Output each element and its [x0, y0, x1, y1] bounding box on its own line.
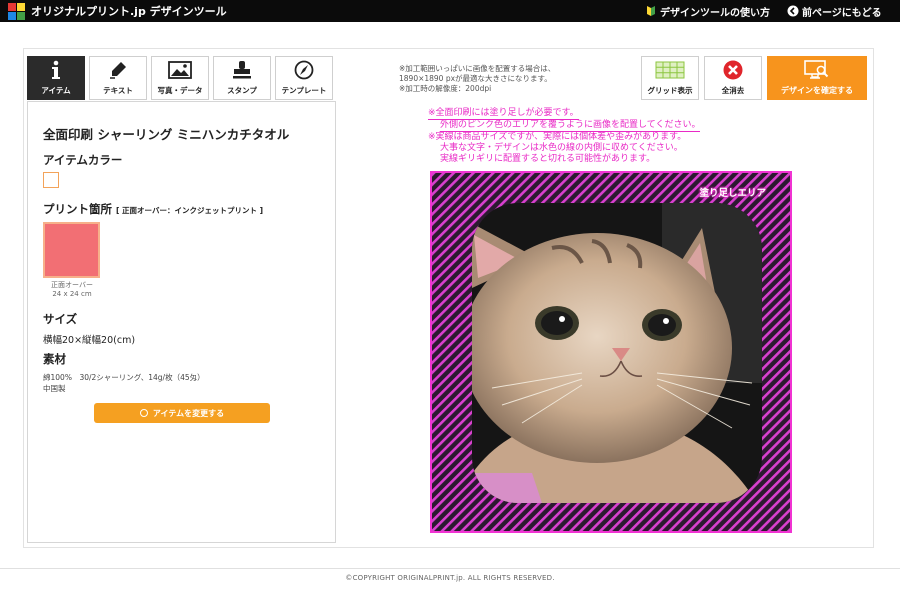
tab-photo-label: 写真・データ [157, 86, 203, 95]
size-value: 横幅20×縦幅20(cm) [43, 335, 136, 346]
warning-line-5: 実線ギリギリに配置すると切れる可能性があります。 [440, 154, 656, 164]
tab-stamp-label: スタンプ [227, 86, 257, 95]
logo-cube-icon [8, 3, 25, 20]
info-line-2: 1890×1890 pxが最適な大きさになります。 [399, 74, 552, 83]
tab-template[interactable]: テンプレート [275, 56, 333, 100]
confirm-design-label: デザインを確定する [781, 86, 853, 95]
print-location-heading: プリント箇所 [ 正面オーバー：インクジェットプリント ] [43, 201, 263, 217]
tab-text[interactable]: テキスト [89, 56, 147, 100]
print-location-label: プリント箇所 [43, 202, 112, 216]
back-arrow-icon [787, 5, 799, 17]
monitor-search-icon [804, 58, 830, 82]
footer-copyright: ©COPYRIGHT ORIGINALPRINT.jp. ALL RIGHTS … [345, 574, 555, 582]
pen-icon [108, 58, 128, 82]
beginner-mark-icon [647, 6, 655, 16]
print-location-thumbnail[interactable] [43, 222, 100, 278]
compass-icon [294, 58, 314, 82]
back-link[interactable]: 前ページにもどる [787, 0, 882, 22]
grid-toggle-label: グリッド表示 [647, 86, 693, 95]
warning-line-3: ※実線は商品サイズですが、実際には個体差や歪みがあります。 [428, 132, 687, 142]
tab-template-label: テンプレート [281, 86, 327, 95]
tab-item-label: アイテム [41, 86, 71, 95]
howto-label: デザインツールの使い方 [660, 7, 770, 19]
print-location-note: [ 正面オーバー：インクジェットプリント ] [116, 206, 264, 215]
tab-text-label: テキスト [103, 86, 133, 95]
clear-all-button[interactable]: 全消去 [704, 56, 762, 100]
tab-item[interactable]: アイテム [27, 56, 85, 100]
bleed-area-label: 塗り足しエリア [699, 188, 766, 199]
item-title: 全面印刷 シャーリング ミニハンカチタオル [43, 127, 290, 142]
tool-tabs: アイテム テキスト 写真・データ スタンプ テンプレート [27, 56, 336, 100]
warning-line-2: 外側のピンク色のエリアを覆うように画像を配置してください。 [440, 120, 701, 132]
bleed-warning-notes: ※全面印刷には塗り足しが必要です。 外側のピンク色のエリアを覆うように画像を配置… [428, 108, 701, 165]
uploaded-photo[interactable] [442, 203, 772, 531]
grid-icon [655, 58, 685, 82]
material-heading: 素材 [43, 352, 66, 366]
confirm-design-button[interactable]: デザインを確定する [767, 56, 867, 100]
grid-toggle-button[interactable]: グリッド表示 [641, 56, 699, 100]
info-line-1: ※加工範囲いっぱいに画像を配置する場合は、 [399, 64, 556, 73]
tab-photo[interactable]: 写真・データ [151, 56, 209, 100]
size-heading: サイズ [43, 312, 78, 326]
item-color-heading: アイテムカラー [43, 153, 123, 167]
logo-text: オリジナルプリント.jp デザインツール [31, 4, 227, 18]
howto-link[interactable]: デザインツールの使い方 [645, 0, 770, 22]
canvas-artwork [432, 173, 790, 531]
top-header: オリジナルプリント.jp デザインツール デザインツールの使い方 前ページにもど… [0, 0, 900, 22]
tab-stamp[interactable]: スタンプ [213, 56, 271, 100]
material-line-1: 綿100% 30/2シャーリング、14g/枚（45匁） [43, 373, 205, 382]
item-panel: 全面印刷 シャーリング ミニハンカチタオル アイテムカラー プリント箇所 [ 正面… [27, 101, 336, 543]
change-item-button[interactable]: アイテムを変更する [94, 403, 270, 423]
circle-icon [139, 409, 148, 417]
stamp-icon [231, 58, 253, 82]
change-item-label: アイテムを変更する [152, 408, 225, 418]
image-icon [168, 58, 192, 82]
warning-line-1: ※全面印刷には塗り足しが必要です。 [428, 108, 579, 120]
close-icon [723, 58, 743, 82]
image-size-info: ※加工範囲いっぱいに画像を配置する場合は、 1890×1890 pxが最適な大き… [399, 64, 555, 94]
thumbnail-caption-size: 24 x 24 cm [52, 290, 92, 298]
thumbnail-caption-name: 正面オーバー [51, 281, 93, 289]
clear-all-label: 全消去 [721, 86, 745, 95]
info-icon [49, 58, 63, 82]
logo[interactable]: オリジナルプリント.jp デザインツール [8, 3, 227, 20]
item-color-swatch[interactable] [43, 172, 59, 188]
warning-line-4: 大事な文字・デザインは水色の線の内側に収めてください。 [440, 143, 683, 153]
info-line-3: ※加工時の解像度：200dpi [399, 84, 492, 93]
material-line-2: 中国製 [43, 384, 66, 393]
back-label: 前ページにもどる [802, 7, 882, 19]
footer-divider [0, 568, 900, 569]
design-canvas[interactable]: 塗り足しエリア [430, 171, 792, 533]
